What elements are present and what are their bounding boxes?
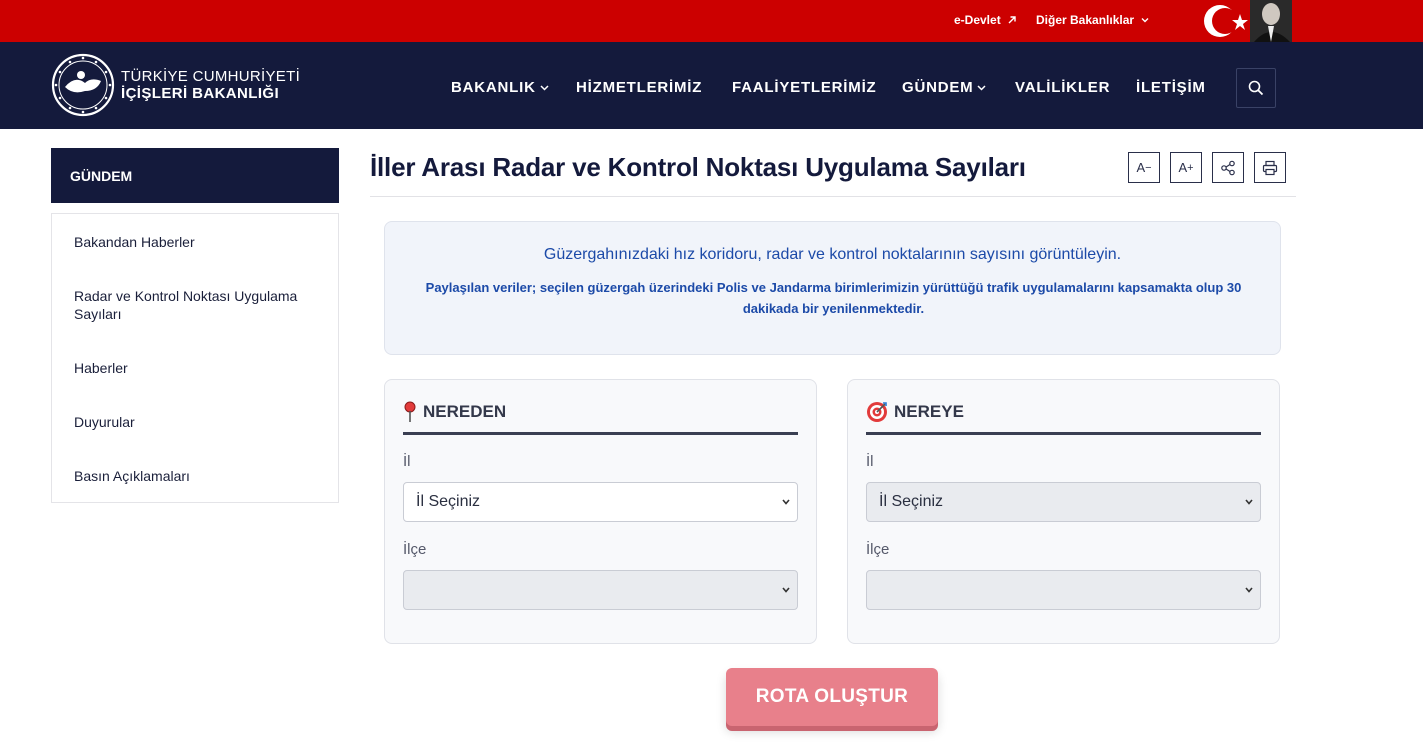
from-card: NEREDEN İl İl Seçiniz İlçe — [384, 379, 817, 644]
pushpin-icon — [404, 401, 416, 422]
top-bar: e-Devlet Diğer Bakanlıklar — [0, 0, 1423, 42]
other-ministries-label: Diğer Bakanlıklar — [1036, 13, 1135, 27]
chevron-down-icon — [782, 587, 790, 593]
to-ilce-label: İlçe — [866, 541, 890, 558]
logo-line1: TÜRKİYE CUMHURİYETİ — [121, 68, 301, 85]
to-il-select[interactable]: İl Seçiniz — [866, 482, 1261, 522]
from-card-title: NEREDEN — [423, 402, 507, 421]
nav-item-hizmetlerimiz[interactable]: HİZMETLERİMİZ — [576, 79, 702, 96]
share-icon — [1221, 160, 1235, 175]
edevlet-link[interactable]: e-Devlet — [954, 13, 1017, 27]
font-increase-label: A — [1178, 160, 1188, 175]
sidebar-item-bakandan-haberler[interactable]: Bakandan Haberler — [74, 233, 324, 251]
sidebar-item-basin-aciklamalari[interactable]: Basın Açıklamaları — [74, 467, 324, 485]
target-icon — [867, 402, 887, 422]
print-icon — [1262, 160, 1278, 175]
ministry-logo[interactable]: TÜRKİYE CUMHURİYETİ İÇİŞLERİ BAKANLIĞI — [51, 53, 300, 117]
nav-label: FAALİYETLERİMİZ — [732, 79, 877, 96]
nav-item-gundem[interactable]: GÜNDEM — [902, 79, 986, 96]
nav-label: HİZMETLERİMİZ — [576, 79, 703, 96]
sidebar-item-radar[interactable]: Radar ve Kontrol Noktası Uygulama Sayıla… — [74, 287, 324, 323]
to-card-title: NEREYE — [894, 402, 964, 421]
sidebar-menu: Bakandan Haberler Radar ve Kontrol Nokta… — [51, 213, 339, 503]
nav-item-bakanlik[interactable]: BAKANLIK — [451, 79, 549, 96]
chevron-down-icon — [540, 84, 549, 91]
share-button[interactable] — [1212, 152, 1244, 183]
title-divider — [370, 196, 1296, 197]
font-decrease-button[interactable]: A − — [1128, 152, 1160, 183]
other-ministries-dropdown[interactable]: Diğer Bakanlıklar — [1036, 13, 1150, 27]
nav-item-iletisim[interactable]: İLETİŞİM — [1136, 79, 1206, 96]
main-navbar: TÜRKİYE CUMHURİYETİ İÇİŞLERİ BAKANLIĞI B… — [0, 42, 1423, 129]
font-increase-button[interactable]: A + — [1170, 152, 1202, 183]
info-detail: Paylaşılan veriler; seçilen güzergah üze… — [425, 280, 1242, 316]
to-card: NEREYE İl İl Seçiniz İlçe — [847, 379, 1280, 644]
nav-label: GÜNDEM — [902, 79, 974, 96]
external-link-icon — [1008, 16, 1016, 24]
sidebar-item-haberler[interactable]: Haberler — [74, 359, 324, 377]
info-headline: Güzergahınızdaki hız koridoru, radar ve … — [543, 246, 1122, 263]
nav-label: BAKANLIK — [451, 79, 536, 96]
nav-label: VALİLİKLER — [1015, 79, 1111, 96]
to-il-value: İl Seçiniz — [879, 493, 944, 510]
chevron-down-icon — [782, 499, 790, 505]
page-title: İller Arası Radar ve Kontrol Noktası Uyg… — [370, 152, 1026, 182]
create-route-button[interactable]: ROTA OLUŞTUR — [726, 668, 938, 726]
nav-item-faaliyetlerimiz[interactable]: FAALİYETLERİMİZ — [732, 79, 877, 96]
from-ilce-label: İlçe — [403, 541, 427, 558]
chevron-down-icon — [1245, 499, 1253, 505]
sidebar-item-duyurular[interactable]: Duyurular — [74, 413, 324, 431]
print-button[interactable] — [1254, 152, 1286, 183]
chevron-down-icon — [1141, 18, 1149, 23]
search-button[interactable] — [1236, 68, 1276, 108]
ministry-emblem-icon — [51, 53, 115, 117]
nav-label: İLETİŞİM — [1136, 79, 1206, 96]
from-il-select[interactable]: İl Seçiniz — [403, 482, 798, 522]
from-il-label: İl — [403, 453, 411, 470]
font-decrease-label: A — [1136, 160, 1146, 175]
to-card-header: NEREYE — [866, 400, 1261, 435]
from-card-header: NEREDEN — [403, 400, 798, 435]
from-il-value: İl Seçiniz — [416, 493, 481, 510]
chevron-down-icon — [1245, 587, 1253, 593]
chevron-down-icon — [977, 84, 986, 91]
from-ilce-select[interactable] — [403, 570, 798, 610]
info-box: Güzergahınızdaki hız koridoru, radar ve … — [384, 221, 1281, 355]
nav-item-valilikler[interactable]: VALİLİKLER — [1015, 79, 1110, 96]
to-ilce-select[interactable] — [866, 570, 1261, 610]
flag-portrait-image — [1192, 0, 1292, 42]
to-il-label: İl — [866, 453, 874, 470]
sidebar-heading: GÜNDEM — [51, 148, 339, 203]
edevlet-label: e-Devlet — [954, 13, 1001, 27]
search-icon — [1248, 80, 1264, 96]
logo-line2: İÇİŞLERİ BAKANLIĞI — [121, 85, 280, 102]
